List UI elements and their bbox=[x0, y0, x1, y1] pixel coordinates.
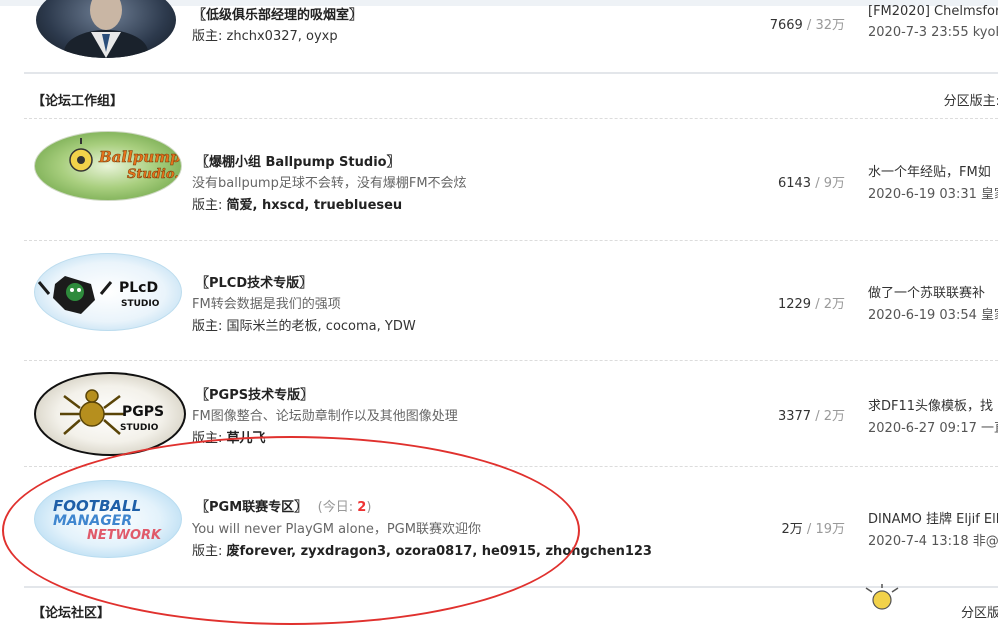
row-separator bbox=[24, 118, 998, 119]
last-post-time[interactable]: 2020-6-19 03:54 皇家 bbox=[868, 304, 998, 323]
moderators-label: 版主: bbox=[192, 29, 223, 44]
svg-text:PLcD: PLcD bbox=[119, 280, 158, 296]
svg-text:Ballpump: Ballpump bbox=[98, 148, 181, 166]
forum-moderators: 版主: 国际米兰的老板, cocoma, YDW bbox=[192, 315, 416, 334]
section-title[interactable]: 【论坛社区】 bbox=[32, 602, 110, 621]
post-count: 32万 bbox=[815, 18, 845, 33]
last-post-time[interactable]: 2020-6-27 09:17 一直 bbox=[868, 417, 998, 436]
annotation-ellipse bbox=[2, 436, 580, 625]
moderators-list[interactable]: 国际米兰的老板, cocoma, YDW bbox=[227, 319, 416, 334]
section-moderators: 分区版 bbox=[960, 606, 998, 621]
stats-slash: / bbox=[815, 409, 820, 424]
svg-text:PGPS: PGPS bbox=[122, 404, 164, 420]
ball-mascot-icon bbox=[865, 584, 899, 610]
svg-text:STUDIO: STUDIO bbox=[120, 423, 159, 433]
forum-description: 没有ballpump足球不会转，没有爆棚FM不会炫 bbox=[192, 176, 467, 191]
forum-name[interactable]: 〖低级俱乐部经理的吸烟室〗 bbox=[193, 4, 362, 23]
thread-count: 1229 bbox=[777, 297, 812, 312]
post-count: 2万 bbox=[823, 297, 845, 312]
thread-count: 6143 bbox=[777, 176, 812, 191]
smoking-man-image bbox=[64, 0, 148, 58]
forum-name[interactable]: 〖爆棚小组 Ballpump Studio〗 bbox=[196, 151, 400, 170]
ballpump-logo-art: Ballpump Studio. bbox=[69, 138, 181, 182]
forum-moderators: 版主: 简爱, hxscd, trueblueseu bbox=[192, 194, 402, 213]
stats-slash: / bbox=[815, 297, 820, 312]
forum-description: FM转会数据是我们的强项 bbox=[192, 297, 341, 312]
forum-description: FM图像整合、论坛勋章制作以及其他图像处理 bbox=[192, 409, 458, 424]
thread-count: 3377 bbox=[777, 409, 812, 424]
last-post-title[interactable]: 水一个年经贴，FM如 bbox=[868, 161, 998, 180]
post-count: 19万 bbox=[815, 522, 845, 537]
last-post-title[interactable]: 求DF11头像模板，找 bbox=[868, 395, 998, 414]
forum-logo-smoking-room[interactable] bbox=[36, 0, 176, 58]
last-post-title[interactable]: [FM2020] Chelmsford bbox=[868, 4, 998, 19]
last-post-title[interactable]: 做了一个苏联联赛补 bbox=[868, 282, 998, 301]
section-title[interactable]: 【论坛工作组】 bbox=[32, 90, 123, 109]
forum-logo-plcd[interactable]: PLcD STUDIO bbox=[34, 253, 182, 331]
forum-moderators: 版主: zhchx0327, oyxp bbox=[192, 25, 338, 44]
stats-slash: / bbox=[815, 176, 820, 191]
moderators-list[interactable]: 简爱, hxscd, trueblueseu bbox=[227, 198, 403, 213]
forum-name[interactable]: 〖PGPS技术专版〗 bbox=[196, 384, 313, 403]
forum-stats: 3377 / 2万 bbox=[705, 405, 845, 424]
stats-slash: / bbox=[806, 522, 812, 537]
last-post-time[interactable]: 2020-6-19 03:31 皇家 bbox=[868, 183, 998, 202]
svg-text:STUDIO: STUDIO bbox=[121, 299, 160, 309]
post-count: 9万 bbox=[823, 176, 845, 191]
forum-logo-pgps[interactable]: PGPS STUDIO bbox=[34, 372, 186, 456]
forum-stats: 6143 / 9万 bbox=[705, 172, 845, 191]
moderators-list[interactable]: zhchx0327, oyxp bbox=[227, 29, 338, 44]
plcd-logo-art: PLcD STUDIO bbox=[37, 276, 160, 314]
svg-text:Studio.: Studio. bbox=[127, 167, 179, 182]
last-post-time[interactable]: 2020-7-4 13:18 非@涅 bbox=[868, 530, 998, 549]
row-separator bbox=[24, 360, 998, 361]
moderators-label: 版主: bbox=[192, 319, 223, 334]
last-post-time[interactable]: 2020-7-3 23:55 kyok bbox=[868, 25, 998, 40]
forum-logo-ballpump[interactable]: Ballpump Studio. bbox=[34, 131, 182, 201]
section-moderators: 分区版主: bbox=[943, 94, 998, 109]
pgps-logo-art: PGPS STUDIO bbox=[60, 389, 164, 435]
last-post-title[interactable]: DINAMO 挂牌 Eljif Ell bbox=[868, 508, 998, 527]
stats-slash: / bbox=[806, 18, 812, 33]
forum-name[interactable]: 〖PLCD技术专版〗 bbox=[196, 272, 312, 291]
row-separator bbox=[24, 240, 998, 241]
moderators-label: 版主: bbox=[192, 198, 223, 213]
section-divider bbox=[24, 72, 998, 74]
thread-count: 2万 bbox=[781, 522, 803, 537]
forum-stats: 7669 / 32万 bbox=[705, 14, 845, 33]
thread-count: 7669 bbox=[769, 18, 803, 33]
forum-stats: 1229 / 2万 bbox=[705, 293, 845, 312]
post-count: 2万 bbox=[823, 409, 845, 424]
forum-stats: 2万 / 19万 bbox=[705, 518, 846, 537]
